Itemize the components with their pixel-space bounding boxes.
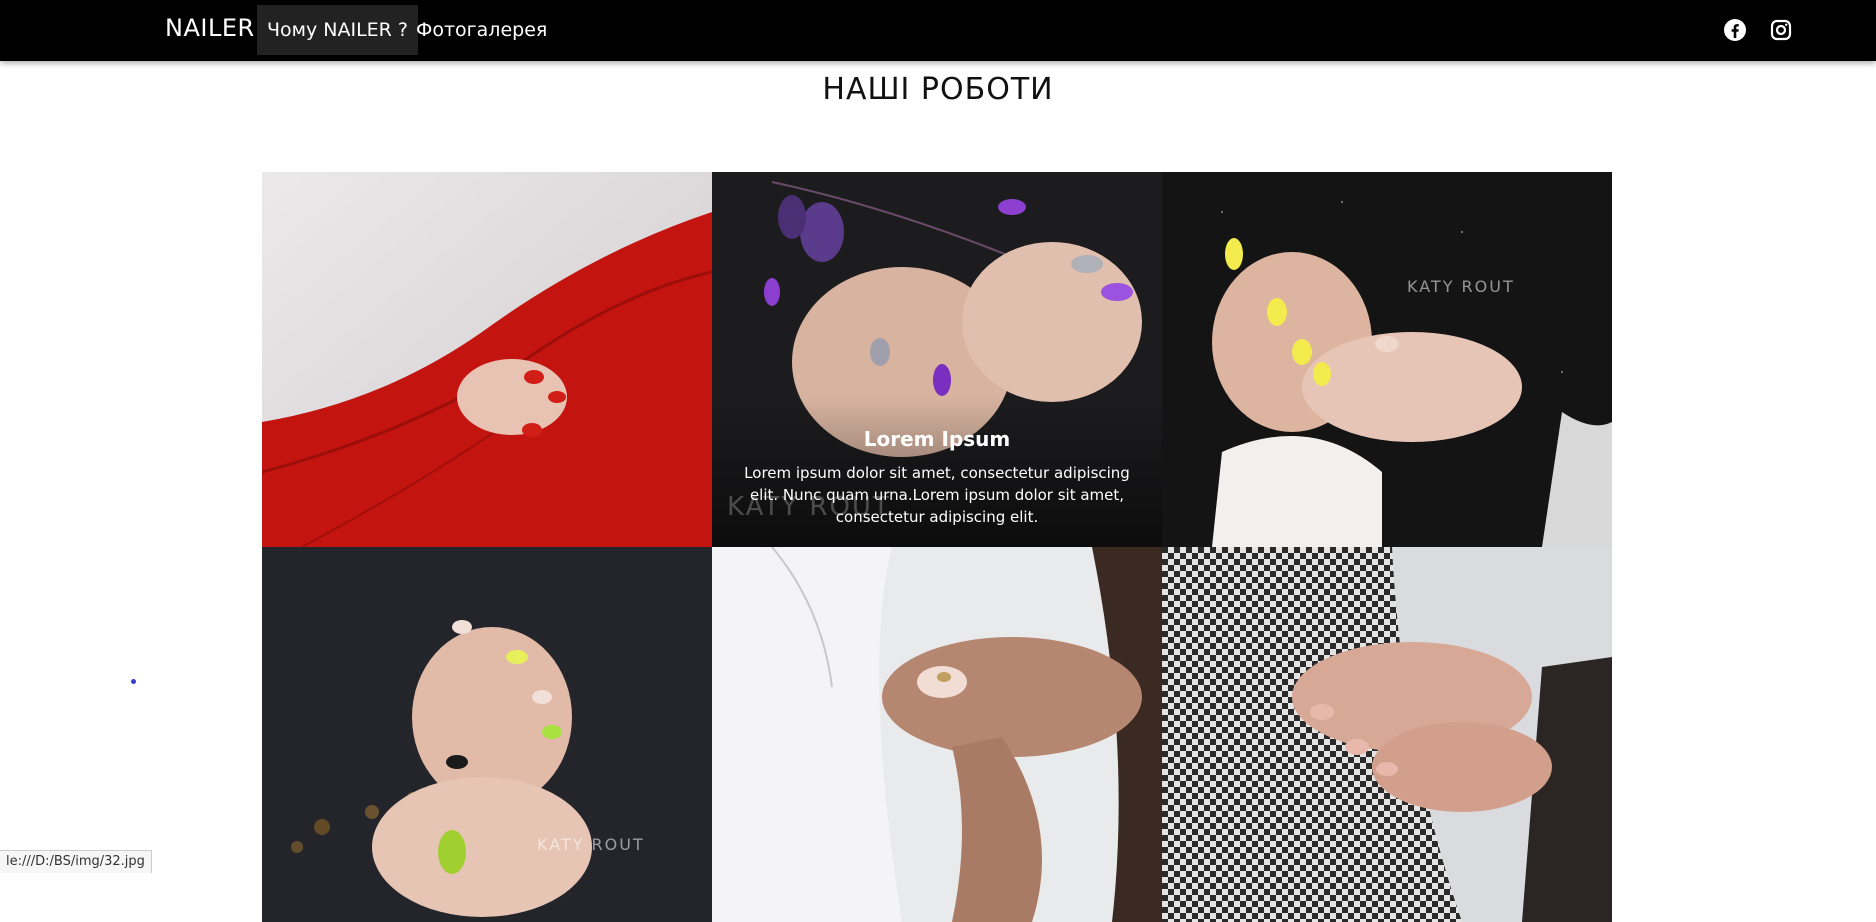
gallery-photo-1[interactable]: [262, 172, 712, 547]
photo-neon-nails: [262, 547, 712, 922]
gallery-title: НАШІ РОБОТИ: [822, 72, 1054, 107]
caption-text: Lorem ipsum dolor sit amet, consectetur …: [744, 464, 1130, 526]
caption-title: Lorem Ipsum: [863, 427, 1011, 451]
brand-logo[interactable]: NAILER: [165, 14, 255, 42]
browser-status-bar: le:///D:/BS/img/32.jpg: [0, 850, 152, 873]
facebook-icon[interactable]: [1723, 18, 1747, 42]
nav-link-why-nailer[interactable]: Чому NAILER ?: [257, 5, 418, 55]
photo-gallery: KATY ROUT Lorem Ipsum Lorem ipsum dolor …: [262, 172, 1612, 922]
instagram-icon[interactable]: [1769, 18, 1793, 42]
photo-yellow-nails: [1162, 172, 1612, 547]
gallery-photo-5[interactable]: [712, 547, 1162, 922]
gallery-photo-2[interactable]: KATY ROUT Lorem Ipsum Lorem ipsum dolor …: [712, 172, 1162, 547]
cursor-dot: [131, 679, 136, 684]
photo-watermark: KATY ROUT: [537, 835, 645, 854]
photo-houndstooth-nails: [1162, 547, 1612, 922]
gallery-photo-6[interactable]: [1162, 547, 1612, 922]
gallery-photo-4[interactable]: KATY ROUT: [262, 547, 712, 922]
photo-watermark: KATY ROUT: [1407, 277, 1515, 296]
photo-white-shirt-nails: [712, 547, 1162, 922]
gallery-photo-3[interactable]: KATY ROUT: [1162, 172, 1612, 547]
navbar: NAILER Чому NAILER ? Фотогалерея: [0, 0, 1876, 61]
nav-link-photo-gallery[interactable]: Фотогалерея: [406, 5, 557, 55]
photo-red-sweater-nails: [262, 172, 712, 547]
